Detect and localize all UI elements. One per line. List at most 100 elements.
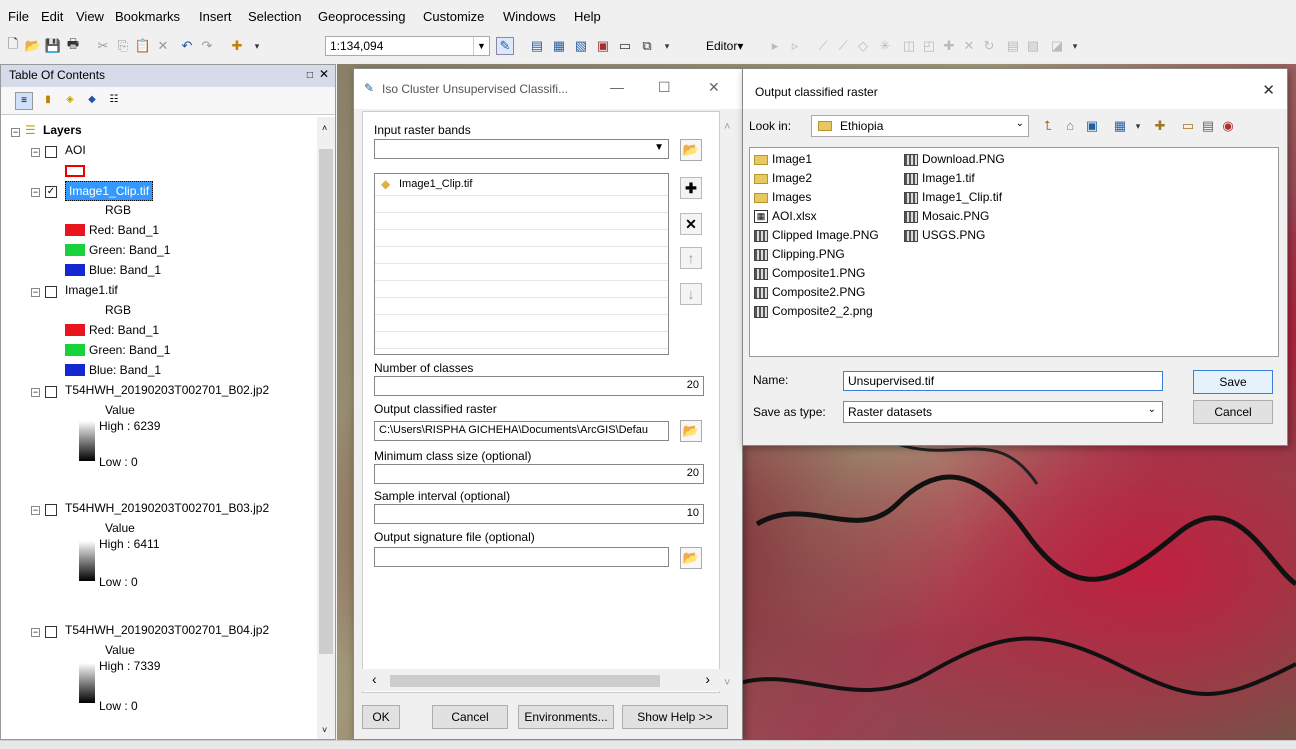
collapse-icon[interactable]: − <box>31 288 40 297</box>
menu-insert[interactable]: Insert <box>199 9 232 24</box>
toc-scroll-thumb[interactable] <box>319 149 333 654</box>
maximize-icon[interactable]: ☐ <box>658 79 671 96</box>
list-item[interactable]: Composite2.PNG <box>772 285 865 299</box>
layer-image1-clip-checkbox[interactable]: ✓ <box>45 186 57 198</box>
list-item[interactable]: AOI.xlsx <box>772 209 817 223</box>
add-data-icon[interactable]: ✚ <box>228 37 246 55</box>
save-as-type-combobox[interactable]: Raster datasets ⌄ <box>843 401 1163 423</box>
collapse-icon[interactable]: − <box>31 628 40 637</box>
scroll-left-icon[interactable]: ‹ <box>372 671 377 687</box>
list-item[interactable]: Mosaic.PNG <box>922 209 989 223</box>
options-icon[interactable]: ☷ <box>105 92 123 110</box>
redo-icon[interactable]: ↷ <box>198 37 216 55</box>
catalog-icon[interactable]: ▦ <box>550 37 568 55</box>
menu-help[interactable]: Help <box>574 9 601 24</box>
move-up-icon[interactable]: ↑ <box>680 247 702 269</box>
model-builder-icon[interactable]: ⧉ <box>638 37 656 55</box>
save-button[interactable]: Save <box>1193 370 1273 394</box>
scroll-right-icon[interactable]: › <box>705 671 710 687</box>
add-icon[interactable]: ✚ <box>680 177 702 199</box>
layer-b04-label[interactable]: T54HWH_20190203T002701_B04.jp2 <box>65 623 269 637</box>
show-help-button[interactable]: Show Help >> <box>622 705 728 729</box>
num-classes-input[interactable]: 20 <box>374 376 704 396</box>
menu-customize[interactable]: Customize <box>423 9 484 24</box>
catalog-icon[interactable]: ◉ <box>1219 117 1237 135</box>
chevron-down-icon[interactable]: ▼ <box>473 37 489 55</box>
minimize-icon[interactable]: — <box>610 79 624 95</box>
layer-b02-checkbox[interactable] <box>45 386 57 398</box>
browse-folder-icon[interactable]: 📂 <box>680 139 702 161</box>
connect-folder-icon[interactable]: ▣ <box>1083 117 1101 135</box>
cancel-button[interactable]: Cancel <box>432 705 508 729</box>
new-geodatabase-icon[interactable]: ▭ <box>1179 117 1197 135</box>
scroll-up-icon[interactable]: ˄ <box>724 121 730 133</box>
close-icon[interactable]: ✕ <box>1262 81 1275 99</box>
chevron-down-icon[interactable]: ⌄ <box>1016 118 1024 129</box>
menu-file[interactable]: File <box>8 9 29 24</box>
search-window-icon[interactable]: ▧ <box>572 37 590 55</box>
list-item[interactable]: Image2 <box>772 171 812 185</box>
new-folder-icon[interactable]: ✚ <box>1151 117 1169 135</box>
list-item[interactable]: Clipping.PNG <box>772 247 845 261</box>
list-by-source-icon[interactable]: ▮ <box>39 92 57 110</box>
sample-interval-input[interactable]: 10 <box>374 504 704 524</box>
list-by-visibility-icon[interactable]: ◈ <box>61 92 79 110</box>
layers-group-label[interactable]: Layers <box>43 123 82 137</box>
layer-b04-checkbox[interactable] <box>45 626 57 638</box>
list-item[interactable]: USGS.PNG <box>922 228 985 242</box>
copy-icon[interactable]: ⎘ <box>114 37 132 55</box>
menu-bookmarks[interactable]: Bookmarks <box>115 9 180 24</box>
editor-menu[interactable]: Editor▾ <box>706 39 743 53</box>
list-item[interactable]: Image1 <box>772 152 812 166</box>
editor-overflow-icon[interactable]: ▾ <box>1066 37 1084 55</box>
menu-edit[interactable]: Edit <box>41 9 63 24</box>
list-by-selection-icon[interactable]: ◆ <box>83 92 101 110</box>
file-list[interactable]: Image1 Image2 Images ▦ AOI.xlsx Clipped … <box>749 147 1279 357</box>
look-in-combobox[interactable]: Ethiopia ⌄ <box>811 115 1029 137</box>
collapse-icon[interactable]: − <box>31 388 40 397</box>
arctoolbox-icon[interactable]: ▣ <box>594 37 612 55</box>
signature-file-input[interactable] <box>374 547 669 567</box>
list-by-drawing-order-icon[interactable]: ≡ <box>15 92 33 110</box>
output-raster-input[interactable]: C:\Users\RISPHA GICHEHA\Documents\ArcGIS… <box>374 421 669 441</box>
paste-icon[interactable]: 📋 <box>134 37 152 55</box>
scroll-up-icon[interactable]: ˄ <box>322 123 327 133</box>
table-of-contents-icon[interactable]: ▤ <box>528 37 546 55</box>
layer-image1-checkbox[interactable] <box>45 286 57 298</box>
list-item[interactable]: Download.PNG <box>922 152 1005 166</box>
layer-b03-label[interactable]: T54HWH_20190203T002701_B03.jp2 <box>65 501 269 515</box>
environments-button[interactable]: Environments... <box>518 705 614 729</box>
delete-icon[interactable]: ✕ <box>154 37 172 55</box>
layer-aoi-checkbox[interactable] <box>45 146 57 158</box>
toolbar-overflow-icon[interactable]: ▾ <box>658 37 676 55</box>
map-scale-combobox[interactable]: 1:134,094 ▼ <box>325 36 490 56</box>
toc-close-icon[interactable]: □ ✕ <box>307 67 329 81</box>
new-toolbox-icon[interactable]: ▤ <box>1199 117 1217 135</box>
view-options-icon[interactable]: ▦ <box>1111 117 1129 135</box>
up-one-level-icon[interactable]: ⮤ <box>1039 117 1057 135</box>
python-window-icon[interactable]: ▭ <box>616 37 634 55</box>
iso-horizontal-scroll-thumb[interactable] <box>390 675 660 687</box>
iso-vertical-scrollbar[interactable]: ˄ ˅ <box>720 111 738 693</box>
min-class-size-input[interactable]: 20 <box>374 464 704 484</box>
menu-selection[interactable]: Selection <box>248 9 301 24</box>
scroll-down-icon[interactable]: ˅ <box>724 677 730 689</box>
close-icon[interactable]: ✕ <box>708 79 720 96</box>
list-item[interactable]: ◆ Image1_Clip.tif <box>375 174 668 196</box>
ok-button[interactable]: OK <box>362 705 400 729</box>
input-bands-combobox[interactable]: ▼ <box>374 139 669 159</box>
chevron-down-icon[interactable]: ⌄ <box>1148 404 1156 415</box>
layer-b02-label[interactable]: T54HWH_20190203T002701_B02.jp2 <box>65 383 269 397</box>
print-icon[interactable]: 🖶 <box>64 36 82 55</box>
list-item[interactable]: Image1.tif <box>922 171 975 185</box>
menu-geoprocessing[interactable]: Geoprocessing <box>318 9 405 24</box>
undo-icon[interactable]: ↶ <box>178 37 196 55</box>
collapse-icon[interactable]: − <box>31 148 40 157</box>
scroll-down-icon[interactable]: ˅ <box>322 725 327 735</box>
collapse-icon[interactable]: − <box>31 506 40 515</box>
remove-icon[interactable]: ✕ <box>680 213 702 235</box>
add-data-dropdown-icon[interactable]: ▾ <box>248 37 266 55</box>
list-item[interactable]: Composite1.PNG <box>772 266 865 280</box>
new-document-icon[interactable]: 🗋 <box>4 36 22 55</box>
open-icon[interactable]: 📂 <box>24 37 42 55</box>
